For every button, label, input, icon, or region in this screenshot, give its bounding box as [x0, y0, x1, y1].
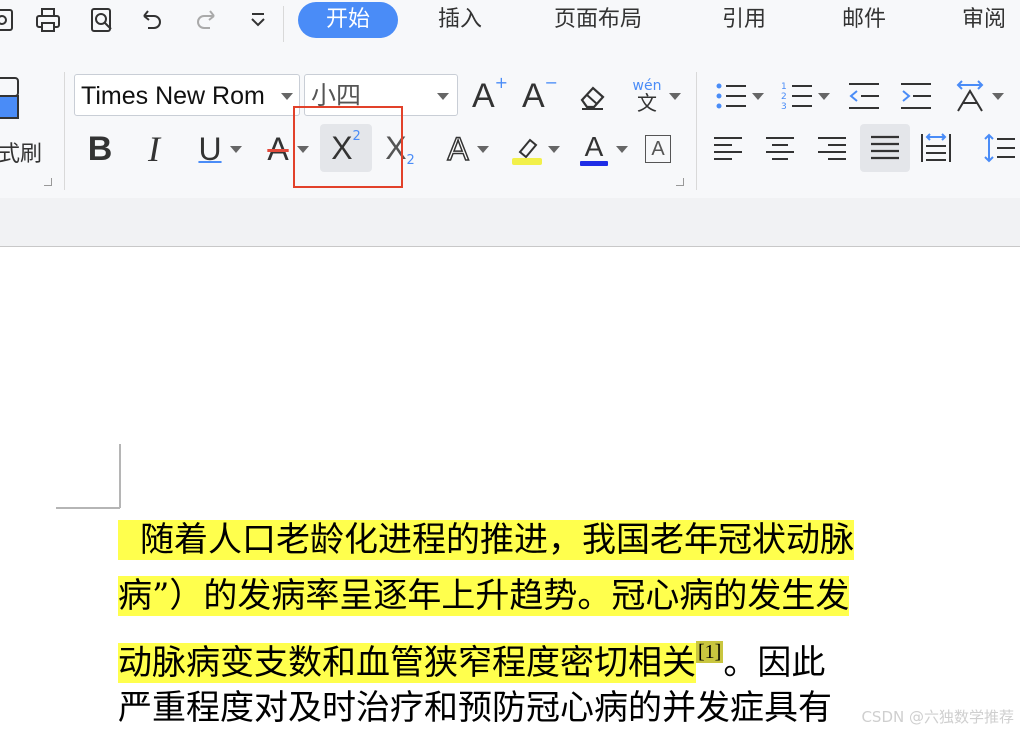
eraser-icon [580, 86, 605, 110]
distributed-align-icon [921, 133, 951, 162]
clear-format-button[interactable] [574, 76, 610, 116]
tab-insert[interactable]: 插入 [438, 2, 482, 38]
font-color-button[interactable]: A [572, 126, 628, 172]
grow-font-icon: A [471, 76, 495, 115]
line-text: 动脉病变支数和血管狭窄程度密切相关 [118, 643, 696, 683]
chevron-down-icon [616, 145, 628, 153]
line-spacing-button[interactable] [980, 126, 1020, 170]
shrink-font-icon: A [521, 76, 545, 115]
align-center-icon [766, 137, 794, 160]
italic-button[interactable]: I [136, 126, 172, 172]
chevron-down-icon [669, 92, 682, 100]
highlighter-icon [512, 138, 542, 165]
align-right-button[interactable] [812, 128, 852, 170]
font-dialog-launcher[interactable] [676, 178, 684, 186]
grow-font-button[interactable]: A + [470, 72, 510, 118]
minus-mark: − [544, 72, 559, 92]
decrease-indent-icon [849, 83, 879, 109]
line-text-after: 。因此 [723, 643, 826, 683]
bullet-list-button[interactable] [708, 74, 766, 118]
strikethrough-icon: A [267, 130, 289, 167]
svg-text:3: 3 [781, 102, 787, 112]
font-family-value: Times New Rom [81, 82, 265, 110]
shrink-font-button[interactable]: A − [520, 72, 560, 118]
increase-indent-button[interactable] [896, 76, 936, 116]
line-spacing-icon [984, 133, 1015, 163]
underline-icon: U [198, 130, 222, 167]
clipboard-dialog-launcher[interactable] [44, 178, 52, 186]
print-icon[interactable] [32, 4, 64, 36]
text-direction-button[interactable] [946, 74, 1006, 118]
margin-marker-vertical [119, 444, 121, 508]
align-left-button[interactable] [708, 128, 748, 170]
text-effect-icon: A [447, 130, 470, 168]
tab-mailings[interactable]: 邮件 [842, 2, 886, 38]
chevron-down-icon [752, 92, 764, 100]
format-painter-label[interactable]: 式刷 [0, 136, 42, 168]
justify-icon [871, 135, 899, 160]
chevron-down-icon [992, 92, 1004, 100]
align-left-icon [714, 137, 742, 160]
svg-text:2: 2 [781, 92, 787, 102]
bold-icon: B [87, 129, 113, 168]
chevron-down-icon [229, 145, 242, 153]
line-text: 病”）的发病率呈逐年上升趋势。冠心病的发生发 [118, 576, 850, 616]
text-direction-icon [956, 80, 984, 112]
chevron-down-icon [548, 145, 560, 153]
font-color-icon: A [584, 130, 604, 162]
subscript-mark: 2 [406, 152, 415, 168]
underline-button[interactable]: U [188, 126, 244, 172]
paragraph-line-2[interactable]: 病”）的发病率呈逐年上升趋势。冠心病的发生发 [118, 568, 850, 624]
save-icon[interactable] [0, 4, 18, 36]
ribbon [0, 44, 1020, 200]
bullet-list-icon [716, 83, 746, 109]
tab-review[interactable]: 审阅 [962, 2, 1006, 38]
group-divider [64, 72, 65, 190]
more-dropdown-icon[interactable] [242, 4, 274, 36]
phonetic-guide-button[interactable]: wén 文 [622, 74, 684, 118]
margin-marker-horizontal [56, 507, 120, 509]
chevron-down-icon [281, 93, 293, 100]
bold-button[interactable]: B [82, 126, 118, 172]
line-text: 严重程度对及时治疗和预防冠心病的并发症具有 [118, 688, 832, 728]
watermark: CSDN @六独数学推荐 [861, 708, 1014, 726]
character-border-icon: A [645, 135, 671, 163]
italic-icon: I [148, 129, 160, 169]
plus-mark: + [494, 72, 509, 92]
format-painter-icon[interactable] [0, 74, 26, 126]
paragraph-line-4[interactable]: 严重程度对及时治疗和预防冠心病的并发症具有 [118, 680, 832, 736]
chevron-down-icon [437, 93, 449, 100]
numbered-list-button[interactable]: 123 [774, 74, 832, 118]
increase-indent-icon [901, 83, 931, 109]
redo-icon[interactable] [190, 4, 222, 36]
text-effect-button[interactable]: A [434, 126, 494, 172]
paragraph-line-3[interactable]: 动脉病变支数和血管狭窄程度密切相关 [1]。因此 [118, 624, 826, 683]
toolbar-divider [283, 6, 284, 42]
tab-references[interactable]: 引用 [722, 2, 766, 38]
numbered-list-icon: 123 [781, 82, 812, 112]
undo-icon[interactable] [136, 4, 168, 36]
align-right-icon [818, 137, 846, 160]
distributed-align-button[interactable] [916, 126, 956, 170]
ribbon-bottom-strip [0, 198, 1020, 247]
group-divider [696, 72, 697, 190]
highlighter-button[interactable] [504, 126, 562, 172]
align-center-button[interactable] [760, 128, 800, 170]
tab-page-layout[interactable]: 页面布局 [554, 2, 642, 38]
chevron-down-icon [476, 145, 489, 153]
print-preview-icon[interactable] [86, 4, 118, 36]
line-text: 随着人口老龄化进程的推进，我国老年冠状动脉 [118, 520, 854, 560]
chevron-down-icon [818, 92, 830, 100]
svg-text:1: 1 [781, 82, 787, 92]
font-color-bar [580, 160, 608, 166]
decrease-indent-button[interactable] [844, 76, 884, 116]
justify-button[interactable] [860, 124, 910, 172]
paragraph-line-1[interactable]: 随着人口老龄化进程的推进，我国老年冠状动脉 [118, 512, 854, 568]
font-family-select[interactable]: Times New Rom [74, 74, 300, 116]
highlight-box [293, 106, 403, 188]
phonetic-char: 文 [637, 91, 657, 115]
character-border-button[interactable]: A [640, 130, 676, 168]
tab-home[interactable]: 开始 [298, 2, 398, 38]
citation-superscript[interactable]: [1] [696, 641, 724, 663]
